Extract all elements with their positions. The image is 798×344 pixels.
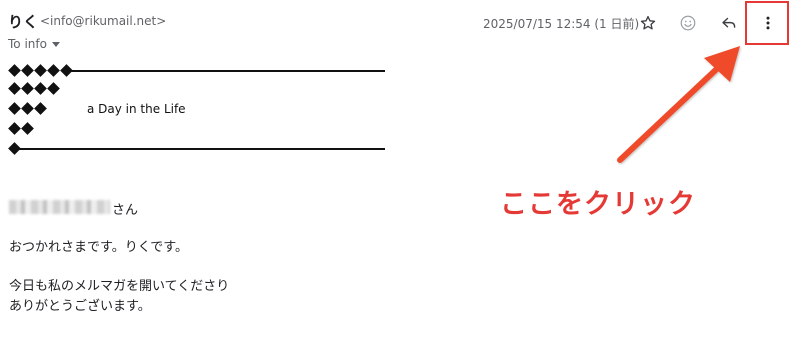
bottom-rule bbox=[16, 148, 385, 150]
diamond-icon bbox=[21, 82, 34, 95]
message-date: 2025/07/15 12:54 (1 日前) bbox=[483, 17, 640, 31]
diamond-icon bbox=[34, 64, 47, 77]
emoji-reaction-button[interactable] bbox=[675, 10, 701, 36]
diamond-icon bbox=[47, 64, 60, 77]
diamond-icon bbox=[8, 82, 21, 95]
recipient-details-toggle[interactable]: To info bbox=[8, 37, 60, 51]
sender-name: りく bbox=[8, 13, 39, 31]
recipient-name-blurred bbox=[9, 200, 110, 214]
click-here-callout: ここをクリック bbox=[500, 189, 696, 220]
diamond-icon bbox=[8, 122, 21, 135]
reply-icon bbox=[722, 17, 736, 28]
diamond-icon bbox=[47, 82, 60, 95]
caret-down-icon bbox=[51, 41, 60, 47]
diamond-icon bbox=[8, 102, 21, 115]
newsletter-banner bbox=[8, 62, 388, 157]
thanks-text-1: 今日も私のメルマガを開いてくださり bbox=[9, 279, 230, 294]
greeting-text: おつかれさまです。りくです。 bbox=[9, 240, 189, 255]
highlight-box bbox=[745, 1, 789, 45]
newsletter-title: a Day in the Life bbox=[87, 102, 186, 116]
diamond-icon bbox=[21, 64, 34, 77]
diamond-icon bbox=[21, 102, 34, 115]
diamond-icon bbox=[34, 82, 47, 95]
star-button[interactable] bbox=[635, 10, 661, 36]
reply-button[interactable] bbox=[716, 10, 742, 36]
diamond-icon bbox=[34, 102, 47, 115]
star-icon bbox=[640, 15, 656, 30]
emoji-icon bbox=[680, 15, 696, 31]
annotation-arrow bbox=[617, 46, 740, 163]
diamond-icon bbox=[21, 122, 34, 135]
diamond-icon bbox=[8, 64, 21, 77]
sender-email: <info@rikumail.net> bbox=[40, 14, 167, 28]
thanks-text-2: ありがとうございます。 bbox=[9, 299, 151, 314]
top-rule bbox=[70, 70, 385, 72]
recipient-label: To info bbox=[8, 37, 47, 51]
honorific: さん bbox=[112, 203, 139, 218]
